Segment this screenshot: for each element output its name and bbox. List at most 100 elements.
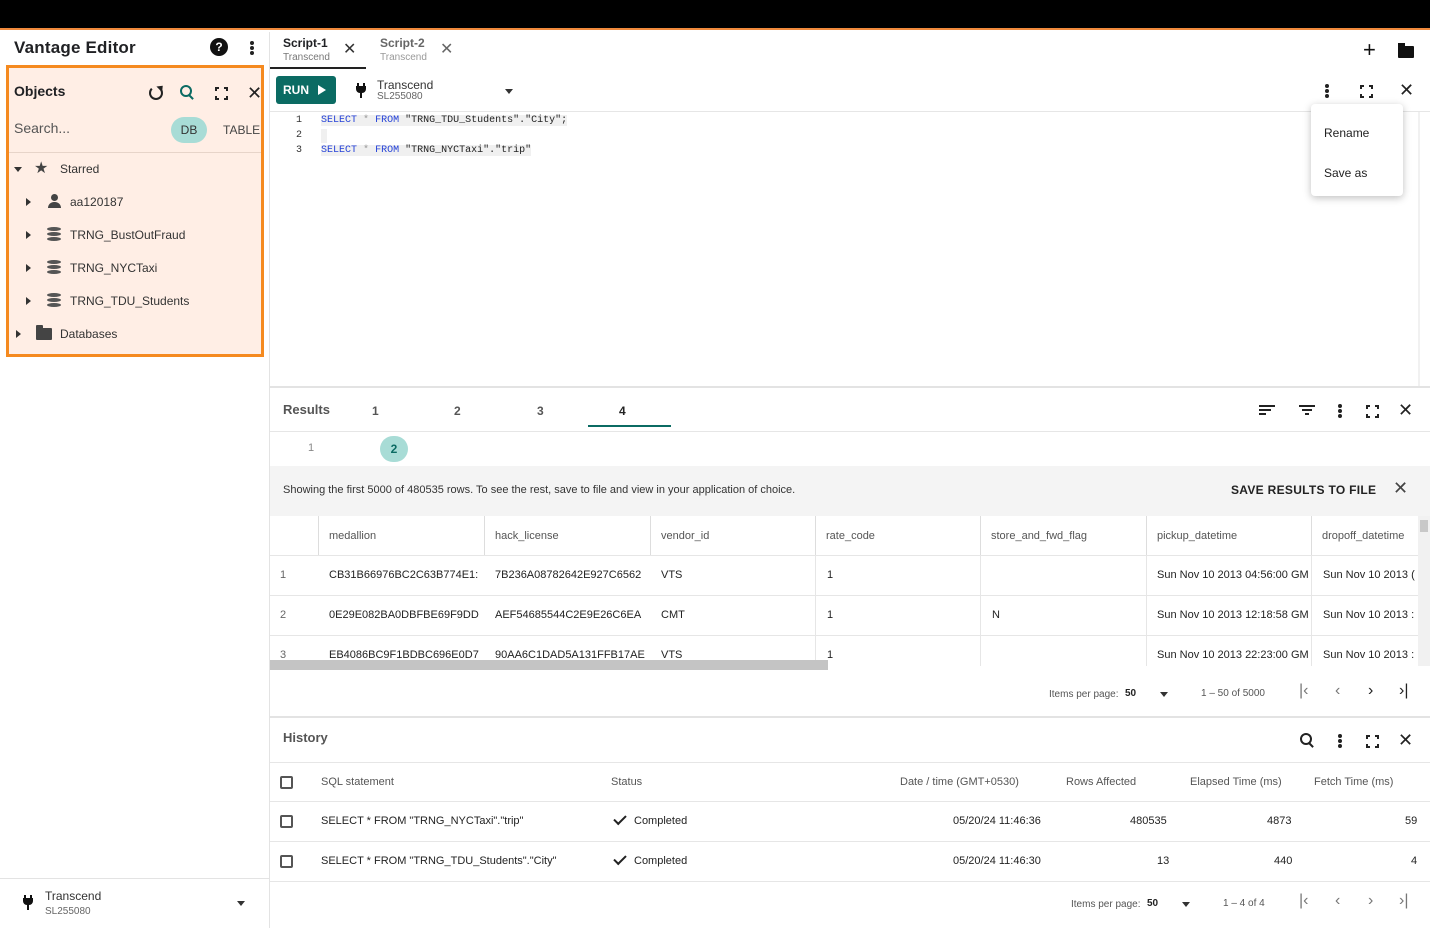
dropdown-arrow-icon[interactable]: [1182, 902, 1190, 907]
search-icon[interactable]: [180, 85, 194, 99]
db-chip[interactable]: DB: [171, 117, 207, 143]
chevron-right-icon[interactable]: [26, 297, 31, 305]
column-header[interactable]: SQL statement: [321, 776, 394, 788]
column-header[interactable]: Rows Affected: [1066, 776, 1136, 788]
more-vert-icon[interactable]: [250, 41, 254, 55]
items-per-page-select[interactable]: 50: [1125, 688, 1136, 699]
fullscreen-icon[interactable]: [215, 87, 228, 100]
table-chip[interactable]: TABLE: [223, 123, 260, 137]
vertical-scrollbar[interactable]: [1418, 516, 1430, 666]
menu-item-rename[interactable]: Rename: [1324, 126, 1369, 140]
column-header[interactable]: Date / time (GMT+0530): [900, 776, 1019, 788]
toolbar-connection-name[interactable]: Transcend: [377, 78, 433, 92]
fullscreen-icon[interactable]: [1360, 85, 1373, 98]
close-icon[interactable]: ✕: [1398, 401, 1413, 419]
code-editor[interactable]: 1 2 3 SELECT * FROM "TRNG_TDU_Students".…: [270, 112, 1418, 387]
result-set-tab-1[interactable]: 1: [308, 442, 314, 454]
tree-item-database[interactable]: TRNG_NYCTaxi: [9, 258, 261, 280]
close-icon[interactable]: ✕: [440, 42, 453, 58]
first-page-icon[interactable]: |‹: [1299, 683, 1308, 699]
save-results-button[interactable]: SAVE RESULTS TO FILE: [1231, 483, 1376, 497]
column-header[interactable]: dropoff_datetime: [1311, 516, 1418, 556]
column-header[interactable]: Fetch Time (ms): [1314, 776, 1393, 788]
more-vert-icon[interactable]: [1325, 84, 1329, 98]
chevron-right-icon[interactable]: [26, 264, 31, 272]
folder-icon[interactable]: [1398, 43, 1414, 58]
horizontal-scrollbar[interactable]: [270, 660, 828, 670]
menu-item-save-as[interactable]: Save as: [1324, 166, 1367, 180]
close-icon[interactable]: ✕: [247, 84, 262, 102]
fullscreen-icon[interactable]: [1366, 405, 1379, 418]
filter-icon[interactable]: [1299, 405, 1315, 416]
dropdown-arrow-icon[interactable]: [505, 89, 513, 94]
dropdown-arrow-icon[interactable]: [237, 901, 245, 906]
close-icon[interactable]: ✕: [1399, 81, 1414, 99]
sort-icon[interactable]: [1259, 405, 1275, 416]
first-page-icon[interactable]: |‹: [1299, 893, 1308, 909]
objects-search-input[interactable]: [14, 120, 164, 136]
more-vert-icon[interactable]: [1338, 734, 1342, 748]
tree-item-user[interactable]: aa120187: [9, 192, 261, 214]
column-header[interactable]: Status: [611, 776, 642, 788]
line-number: 1: [295, 115, 302, 126]
tab-script-2[interactable]: Script-2 Transcend ✕: [380, 36, 470, 70]
results-tab-2[interactable]: 2: [454, 404, 461, 418]
tree-item-starred[interactable]: ★ Starred: [9, 159, 261, 181]
column-header[interactable]: Elapsed Time (ms): [1190, 776, 1282, 788]
column-header[interactable]: pickup_datetime: [1146, 516, 1311, 556]
column-header[interactable]: hack_license: [484, 516, 650, 556]
chevron-down-icon[interactable]: [14, 167, 22, 172]
search-icon[interactable]: [1300, 733, 1314, 747]
history-row[interactable]: SELECT * FROM "TRNG_TDU_Students"."City"…: [270, 842, 1430, 882]
prev-page-icon[interactable]: ‹: [1335, 893, 1340, 909]
fullscreen-icon[interactable]: [1366, 735, 1379, 748]
results-panel: Results 1 2 3 4 ✕ 1 2 Showing the first …: [270, 386, 1430, 716]
next-page-icon[interactable]: ›: [1368, 683, 1373, 699]
connection-selector[interactable]: Transcend SL255080: [0, 878, 270, 928]
column-divider: [1311, 556, 1312, 666]
history-row[interactable]: SELECT * FROM "TRNG_NYCTaxi"."trip" Comp…: [270, 802, 1430, 842]
elapsed-time: 4873: [1267, 815, 1292, 827]
sql-operator: *: [363, 115, 370, 126]
next-page-icon[interactable]: ›: [1368, 893, 1373, 909]
last-page-icon[interactable]: ›|: [1399, 683, 1408, 699]
close-icon[interactable]: ✕: [1393, 479, 1408, 497]
prev-page-icon[interactable]: ‹: [1335, 683, 1340, 699]
tab-script-1[interactable]: Script-1 Transcend ✕: [283, 36, 373, 70]
items-per-page-select[interactable]: 50: [1147, 898, 1158, 909]
results-tab-4[interactable]: 4: [619, 404, 626, 418]
chevron-right-icon[interactable]: [26, 231, 31, 239]
chevron-right-icon[interactable]: [26, 198, 31, 206]
column-header[interactable]: store_and_fwd_flag: [980, 516, 1146, 556]
column-header[interactable]: vendor_id: [650, 516, 815, 556]
column-header[interactable]: medallion: [318, 516, 484, 556]
run-button[interactable]: RUN: [276, 76, 336, 104]
column-header[interactable]: rate_code: [815, 516, 980, 556]
folder-icon: [36, 325, 52, 340]
close-icon[interactable]: ✕: [1398, 731, 1413, 749]
results-tab-1[interactable]: 1: [372, 404, 379, 418]
help-icon[interactable]: ?: [210, 38, 228, 56]
objects-title: Objects: [14, 83, 66, 99]
close-icon[interactable]: ✕: [343, 42, 356, 58]
tree-item-databases[interactable]: Databases: [9, 324, 261, 346]
table-row[interactable]: 2 0E29E082BA0DBFBE69F9DD AEF54685544C2E9…: [270, 595, 1418, 635]
refresh-icon[interactable]: [149, 86, 163, 100]
row-checkbox[interactable]: [280, 815, 293, 828]
add-tab-icon[interactable]: +: [1363, 39, 1376, 61]
result-set-tab-2[interactable]: 2: [380, 436, 408, 462]
select-all-checkbox[interactable]: [280, 776, 293, 789]
last-page-icon[interactable]: ›|: [1399, 893, 1408, 909]
editor-scrollbar[interactable]: [1418, 112, 1420, 387]
cell: Sun Nov 10 2013 04:56:00 GM: [1157, 569, 1309, 581]
sql-identifier: "TRNG_NYCTaxi"."trip": [405, 145, 532, 156]
chevron-right-icon[interactable]: [16, 330, 21, 338]
tree-item-database[interactable]: TRNG_TDU_Students: [9, 291, 261, 313]
tree-item-database[interactable]: TRNG_BustOutFraud: [9, 225, 261, 247]
dropdown-arrow-icon[interactable]: [1160, 692, 1168, 697]
table-row[interactable]: 1 CB31B66976BC2C63B774E1: 7B236A08782642…: [270, 555, 1418, 595]
row-checkbox[interactable]: [280, 855, 293, 868]
editor-toolbar: RUN Transcend SL255080 ✕: [270, 70, 1430, 112]
more-vert-icon[interactable]: [1338, 404, 1342, 418]
results-tab-3[interactable]: 3: [537, 404, 544, 418]
